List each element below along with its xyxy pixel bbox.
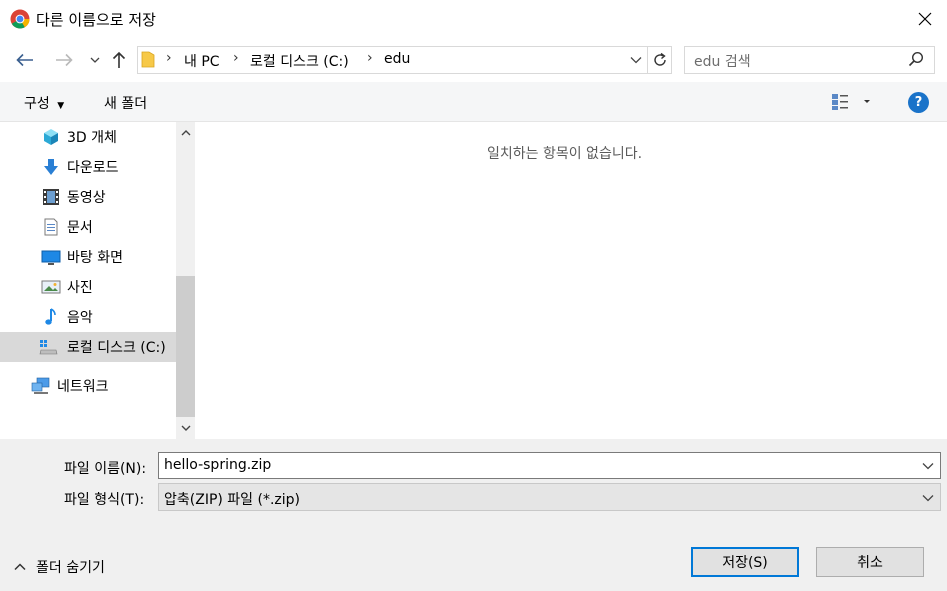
- address-history-button[interactable]: [626, 47, 646, 73]
- sidebar-item-videos[interactable]: 동영상: [0, 182, 176, 212]
- sidebar-item-network[interactable]: 네트워크: [0, 371, 176, 401]
- folder-icon: [141, 51, 155, 72]
- breadcrumb-this-pc[interactable]: 내 PC: [184, 51, 220, 71]
- sidebar-item-label: 네트워크: [57, 379, 109, 395]
- sidebar-item-3d-objects[interactable]: 3D 개체: [0, 122, 176, 152]
- organize-label: 구성: [24, 96, 50, 112]
- sidebar-item-label: 사진: [67, 280, 93, 296]
- sidebar-item-downloads[interactable]: 다운로드: [0, 152, 176, 182]
- breadcrumb-separator-icon: ›: [367, 50, 373, 66]
- breadcrumb-edu[interactable]: edu: [384, 51, 410, 67]
- chevron-up-icon: [181, 129, 190, 135]
- chrome-logo-icon: [10, 9, 30, 33]
- chevron-down-icon: [90, 57, 100, 63]
- sidebar-item-desktop[interactable]: 바탕 화면: [0, 242, 176, 272]
- chevron-down-icon: [922, 463, 934, 470]
- forward-button[interactable]: [51, 47, 77, 73]
- dialog-title: 다른 이름으로 저장: [36, 11, 156, 29]
- view-options-icon: [832, 94, 870, 110]
- new-folder-button[interactable]: 새 폴더: [104, 93, 147, 113]
- close-button[interactable]: [905, 4, 945, 34]
- film-icon: [41, 187, 61, 207]
- desktop-icon: [41, 247, 61, 267]
- download-arrow-icon: [41, 157, 61, 177]
- filetype-label: 파일 형식(T):: [64, 492, 145, 508]
- network-icon: [31, 376, 51, 396]
- empty-results-message: 일치하는 항목이 없습니다.: [487, 146, 643, 162]
- filename-field[interactable]: [158, 452, 941, 479]
- search-placeholder: edu 검색: [694, 54, 751, 70]
- up-button[interactable]: [106, 47, 132, 73]
- save-button[interactable]: 저장(S): [691, 547, 799, 577]
- help-button[interactable]: ?: [908, 92, 929, 113]
- document-icon: [41, 217, 61, 237]
- chevron-down-icon: [181, 425, 190, 431]
- back-arrow-icon: [16, 53, 33, 67]
- dropdown-arrow-icon: ▼: [57, 101, 65, 111]
- file-list-pane[interactable]: [195, 122, 947, 439]
- filename-value[interactable]: hello-spring.zip: [164, 457, 271, 473]
- refresh-icon: [654, 52, 666, 66]
- sidebar-item-label: 문서: [67, 220, 93, 236]
- breadcrumb-local-disk[interactable]: 로컬 디스크 (C:): [250, 51, 349, 71]
- chevron-down-icon: [630, 57, 642, 64]
- close-icon: [918, 12, 932, 26]
- sidebar-item-pictures[interactable]: 사진: [0, 272, 176, 302]
- sidebar-item-label: 동영상: [67, 190, 106, 206]
- filename-dropdown-button[interactable]: [922, 458, 934, 474]
- sidebar-item-local-disk[interactable]: 로컬 디스크 (C:): [0, 332, 176, 362]
- picture-icon: [41, 277, 61, 297]
- sidebar-item-label: 다운로드: [67, 160, 119, 176]
- chevron-up-icon: [14, 563, 26, 571]
- breadcrumb-separator-icon: ›: [166, 50, 172, 66]
- search-icon[interactable]: [908, 51, 924, 71]
- sidebar-item-label: 바탕 화면: [67, 250, 123, 266]
- sidebar-item-label: 로컬 디스크 (C:): [67, 340, 166, 356]
- sidebar-item-documents[interactable]: 문서: [0, 212, 176, 242]
- drive-icon: [38, 337, 58, 357]
- music-note-icon: [41, 307, 61, 327]
- filetype-dropdown-button[interactable]: [922, 490, 934, 506]
- navigation-pane: 3D 개체 다운로드 동영상 문서 바탕 화면 사진 음악 로컬 디스크 (C:…: [0, 122, 176, 439]
- filetype-value: 압축(ZIP) 파일 (*.zip): [164, 492, 301, 508]
- cube-icon: [41, 127, 61, 147]
- breadcrumb-separator-icon: ›: [233, 50, 239, 66]
- up-arrow-icon: [112, 51, 126, 68]
- sidebar-item-label: 음악: [67, 310, 93, 326]
- sidebar-item-music[interactable]: 음악: [0, 302, 176, 332]
- hide-folders-toggle[interactable]: 폴더 숨기기: [14, 557, 105, 577]
- scroll-down-button[interactable]: [176, 418, 195, 438]
- change-view-button[interactable]: [830, 92, 874, 112]
- scroll-up-button[interactable]: [176, 122, 195, 142]
- scrollbar-thumb[interactable]: [176, 276, 195, 417]
- cancel-button[interactable]: 취소: [816, 547, 924, 577]
- organize-button[interactable]: 구성 ▼: [24, 93, 64, 113]
- filename-label: 파일 이름(N):: [64, 461, 147, 477]
- recent-locations-button[interactable]: [82, 47, 108, 73]
- hide-folders-label: 폴더 숨기기: [36, 560, 105, 576]
- sidebar-item-label: 3D 개체: [67, 130, 117, 146]
- chevron-down-icon: [922, 495, 934, 502]
- back-button[interactable]: [12, 47, 38, 73]
- refresh-button[interactable]: [647, 46, 672, 74]
- forward-arrow-icon: [56, 53, 73, 67]
